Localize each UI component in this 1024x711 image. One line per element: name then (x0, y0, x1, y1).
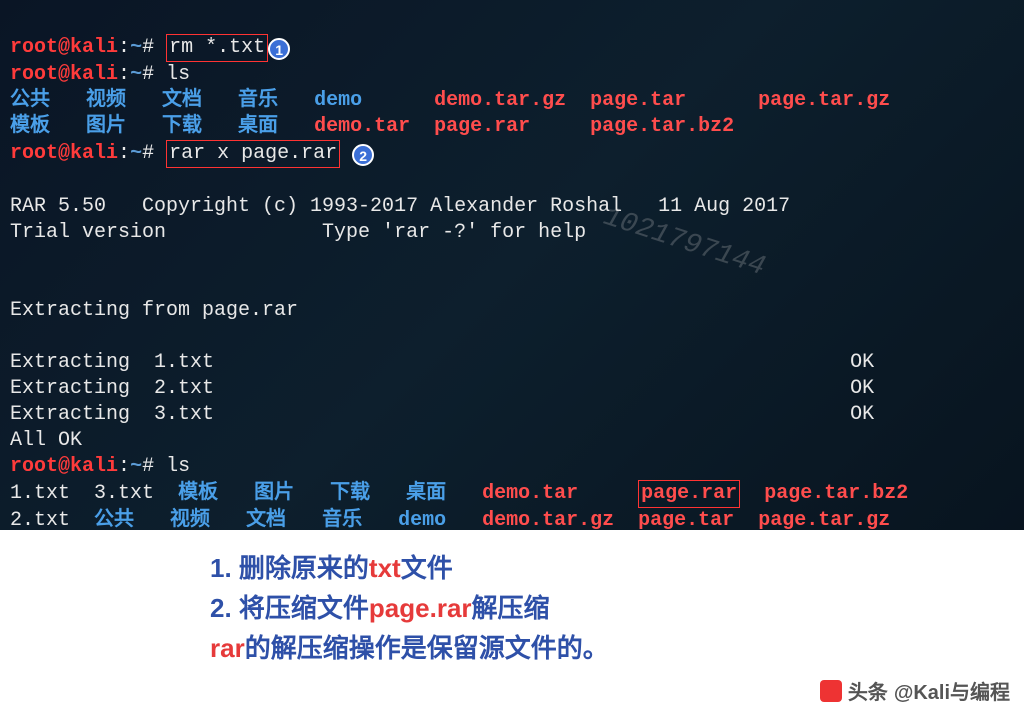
footer-prefix: 头条 (848, 676, 888, 705)
prompt-user: root (10, 36, 58, 59)
footer-credit: 头条 @Kali与编程 (820, 676, 1010, 705)
command-ls: ls (166, 63, 190, 86)
archive: demo.tar.gz (434, 89, 566, 112)
command-rm: rm *.txt (166, 34, 268, 62)
command-rar-x: rar x page.rar (166, 140, 340, 168)
extract-line: Extracting 1.txt (10, 351, 214, 374)
marker-1: 1 (268, 38, 290, 60)
txt-file: 1.txt (10, 482, 70, 505)
prompt-host: kali (70, 36, 118, 59)
prompt-path: ~ (130, 36, 142, 59)
terminal-window[interactable]: root@kali:~# rm *.txt1 root@kali:~# ls 公… (0, 0, 1024, 530)
caption-line-3: rar的解压缩操作是保留源文件的。 (210, 628, 1024, 668)
extracting-header: Extracting from page.rar (10, 299, 298, 322)
caption-line-1: 1. 删除原来的txt文件 (210, 548, 1024, 588)
toutiao-icon (820, 680, 842, 702)
marker-2: 2 (352, 144, 374, 166)
dir: 公共 (10, 89, 50, 112)
all-ok: All OK (10, 429, 82, 452)
footer-name: @Kali与编程 (894, 676, 1010, 705)
caption-line-2: 2. 将压缩文件page.rar解压缩 (210, 588, 1024, 628)
command-ls-2: ls (166, 455, 190, 478)
page-rar-highlight: page.rar (638, 480, 740, 508)
rar-banner: RAR 5.50 Copyright (c) 1993-2017 Alexand… (10, 195, 790, 218)
